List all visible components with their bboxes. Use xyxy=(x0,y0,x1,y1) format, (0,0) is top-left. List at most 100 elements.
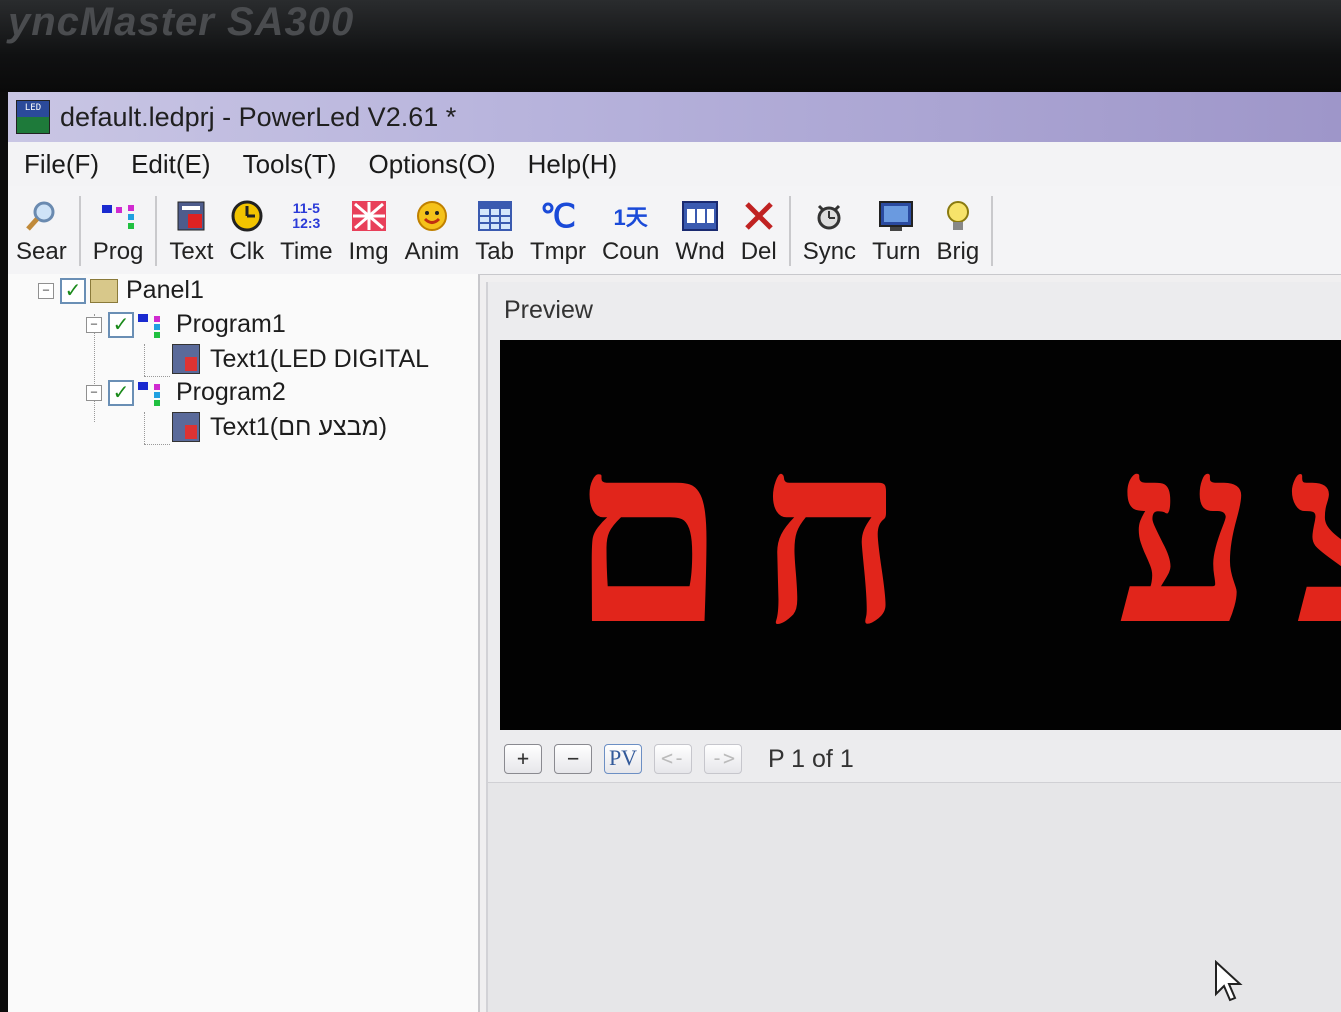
tree-node-label: Text1(LED DIGITAL xyxy=(210,344,430,373)
table-icon xyxy=(477,198,512,234)
time-button[interactable]: 11-5 12:3 Time xyxy=(272,192,340,274)
program-icon xyxy=(138,312,168,338)
search-icon xyxy=(24,198,58,234)
time-button-label: Time xyxy=(280,238,333,265)
animation-button-label: Anim xyxy=(404,238,460,265)
sync-button[interactable]: Sync xyxy=(795,192,864,274)
mouse-cursor-icon xyxy=(1215,960,1243,1002)
program-button[interactable]: Prog xyxy=(85,192,152,274)
toolbar-separator xyxy=(78,196,81,266)
program-button-label: Prog xyxy=(92,238,144,265)
tree-node-label: Program2 xyxy=(176,378,286,406)
collapse-icon[interactable]: − xyxy=(86,384,102,401)
brightness-icon xyxy=(944,198,972,234)
toolbar-separator xyxy=(788,196,791,266)
animation-icon xyxy=(415,198,449,234)
counter-button[interactable]: 1天 Coun xyxy=(594,192,667,274)
turn-button-label: Turn xyxy=(872,238,921,265)
next-page-button[interactable]: -> xyxy=(704,744,742,774)
menu-bar: File(F) Edit(E) Tools(T) Options(O) Help… xyxy=(8,142,1341,186)
menu-file[interactable]: File(F) xyxy=(8,149,115,180)
preview-title: Preview xyxy=(504,296,593,324)
monitor-brand: yncMaster SA300 xyxy=(8,0,355,44)
panel-icon xyxy=(90,278,118,303)
window-icon xyxy=(682,198,718,234)
preview-controls: + − PV <- -> P 1 of 1 xyxy=(504,744,854,774)
search-button[interactable]: Sear xyxy=(8,192,75,274)
table-button-label: Tab xyxy=(475,238,514,265)
monitor-bezel-left xyxy=(0,92,8,1012)
window-title: default.ledprj - PowerLed V2.61 * xyxy=(60,101,457,132)
zoom-in-button[interactable]: + xyxy=(504,744,542,774)
menu-tools[interactable]: Tools(T) xyxy=(227,149,353,180)
tree-line xyxy=(144,344,145,376)
tree-line xyxy=(144,444,170,445)
window-button-label: Wnd xyxy=(675,238,725,265)
brightness-button[interactable]: Brig xyxy=(929,192,988,274)
temperature-icon: ℃ xyxy=(539,198,576,234)
app-window: LED default.ledprj - PowerLed V2.61 * Fi… xyxy=(8,92,1341,1012)
counter-icon: 1天 xyxy=(613,205,648,230)
text-button-label: Text xyxy=(169,238,214,265)
counter-button-label: Coun xyxy=(601,238,660,265)
turn-icon xyxy=(878,198,914,234)
sync-icon xyxy=(813,198,845,234)
text-button[interactable]: Text xyxy=(161,192,221,274)
sync-button-label: Sync xyxy=(802,238,857,265)
tree-node-label: Text1(מבצע חם) xyxy=(210,412,388,441)
prev-page-button[interactable]: <- xyxy=(654,744,692,774)
table-button[interactable]: Tab xyxy=(467,192,522,274)
delete-button-label: Del xyxy=(740,238,777,265)
clock-button-label: Clk xyxy=(229,238,265,265)
preview-panel: Preview מבצע חם + − PV <- -> P 1 of 1 xyxy=(486,282,1341,1012)
image-button[interactable]: Img xyxy=(341,192,397,274)
tree-line xyxy=(144,412,145,444)
image-icon xyxy=(351,198,387,234)
clock-icon xyxy=(230,198,264,234)
project-tree: − ✓ Panel1 − ✓ Program1 Text1(LED DIGITA… xyxy=(8,274,480,1012)
window-button[interactable]: Wnd xyxy=(667,192,732,274)
menu-edit[interactable]: Edit(E) xyxy=(115,149,226,180)
tree-node-program2[interactable]: − ✓ Program2 xyxy=(86,378,286,407)
tree-node-label: Program1 xyxy=(176,310,286,338)
zoom-out-button[interactable]: − xyxy=(554,744,592,774)
temperature-button-label: Tmpr xyxy=(529,238,586,265)
program-icon xyxy=(100,198,136,234)
tree-node-label: Panel1 xyxy=(126,276,204,304)
panel-checkbox[interactable]: ✓ xyxy=(60,277,86,304)
collapse-icon[interactable]: − xyxy=(86,316,102,333)
delete-button[interactable]: Del xyxy=(733,192,785,274)
text-icon xyxy=(172,344,200,374)
text-icon xyxy=(176,198,206,234)
tree-node-program1[interactable]: − ✓ Program1 xyxy=(86,310,286,339)
image-button-label: Img xyxy=(348,238,389,265)
text-icon xyxy=(172,412,200,442)
tree-line xyxy=(144,376,170,377)
program2-checkbox[interactable]: ✓ xyxy=(108,379,134,406)
clock-button[interactable]: Clk xyxy=(221,192,272,274)
tree-node-text1[interactable]: Text1(LED DIGITAL xyxy=(172,344,429,374)
brightness-button-label: Brig xyxy=(936,238,980,265)
tree-node-panel[interactable]: − ✓ Panel1 xyxy=(38,276,204,305)
toolbar-separator xyxy=(155,196,158,266)
search-button-label: Sear xyxy=(16,238,67,265)
turn-button[interactable]: Turn xyxy=(864,192,928,274)
temperature-button[interactable]: ℃ Tmpr xyxy=(522,192,594,274)
toolbar-separator xyxy=(991,196,994,266)
program1-checkbox[interactable]: ✓ xyxy=(108,311,134,338)
led-display: מבצע חם xyxy=(500,340,1341,730)
monitor-bezel: yncMaster SA300 xyxy=(0,0,1341,92)
collapse-icon[interactable]: − xyxy=(38,282,54,299)
menu-options[interactable]: Options(O) xyxy=(352,149,511,180)
tree-node-text1-program2[interactable]: Text1(מבצע חם) xyxy=(172,412,387,442)
title-bar[interactable]: LED default.ledprj - PowerLed V2.61 * xyxy=(8,92,1341,142)
program-icon xyxy=(138,380,168,406)
pv-button[interactable]: PV xyxy=(604,744,642,774)
time-icon: 11-5 12:3 xyxy=(292,200,321,231)
app-icon: LED xyxy=(16,100,50,134)
led-text: מבצע חם xyxy=(570,389,1341,680)
menu-help[interactable]: Help(H) xyxy=(512,149,634,180)
page-indicator: P 1 of 1 xyxy=(768,744,854,773)
delete-icon xyxy=(743,198,775,234)
animation-button[interactable]: Anim xyxy=(397,192,468,274)
